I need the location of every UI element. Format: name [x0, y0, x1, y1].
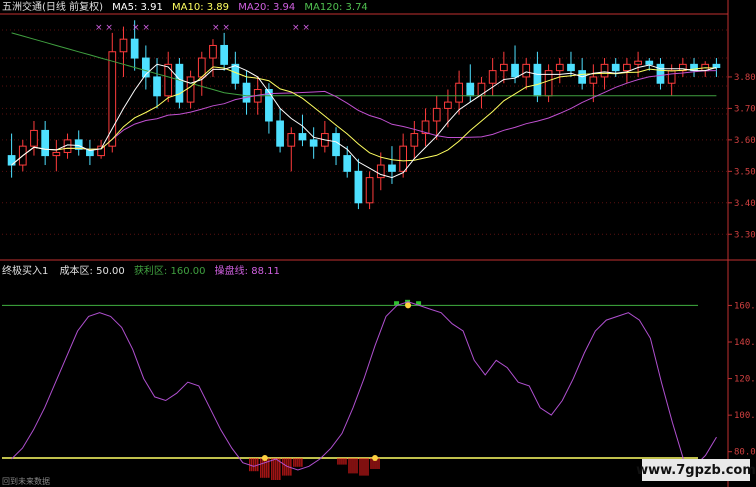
- indicator-tick-label: 140.00: [734, 338, 756, 348]
- main-header: 五洲交通(日线 前复权) MA5: 3.91 MA10: 3.89 MA20: …: [2, 2, 368, 14]
- ma10-label: MA10: 3.89: [172, 2, 230, 13]
- candle-body: [567, 63, 575, 72]
- candle-body: [656, 63, 665, 84]
- candle-body: [309, 139, 318, 147]
- indicator-tick-label: 120.00: [734, 375, 756, 385]
- candle-body: [488, 70, 497, 84]
- candle-body: [432, 107, 441, 122]
- candle-body: [623, 63, 631, 72]
- signal-dot: [405, 302, 412, 309]
- signal-marker: × ×: [95, 23, 113, 33]
- price-tick-label: 3.30: [734, 230, 756, 240]
- price-tick-label: 3.70: [734, 104, 756, 114]
- candle-body: [276, 120, 284, 147]
- indicator-name: 终极买入1: [2, 266, 49, 277]
- candle-body: [611, 63, 620, 72]
- candle-body: [499, 63, 508, 72]
- signal-marker: × ×: [212, 23, 230, 33]
- price-tick-label: 3.60: [734, 136, 756, 146]
- ma20-line: [11, 70, 717, 166]
- candle-body: [410, 133, 419, 147]
- candle-body: [220, 44, 229, 65]
- candle-body: [343, 155, 352, 172]
- ma5-line: [11, 63, 717, 179]
- signal-dot: [261, 455, 268, 461]
- candle-body: [365, 177, 374, 204]
- chart-canvas: 3.80 3.70 3.60 3.50 3.40 3.30 × × × × × × × × 160.…: [0, 0, 756, 487]
- trader-label: 操盘线: 88.11: [214, 266, 280, 277]
- candle-body: [30, 129, 38, 147]
- candle-body: [399, 145, 408, 172]
- candle-body: [667, 70, 676, 84]
- candle-body: [511, 63, 519, 78]
- signal-marker: × ×: [132, 23, 150, 33]
- profit-label: 获利区: 160.00: [133, 266, 206, 277]
- price-tick-label: 3.80: [734, 73, 756, 83]
- candle-body: [555, 63, 564, 72]
- candle-body: [130, 38, 139, 59]
- indicator-tick-label: 100.00: [734, 411, 756, 421]
- candle-body: [332, 133, 340, 157]
- candle-body: [455, 82, 463, 103]
- footer-label: 回到未来数据: [2, 477, 50, 486]
- chart-window: 3.80 3.70 3.60 3.50 3.40 3.30 × × × × × × × × 160.…: [0, 0, 756, 487]
- watermark: www.7gpzb.com: [636, 459, 756, 481]
- stock-title: 五洲交通(日线 前复权): [2, 2, 103, 13]
- candle-body: [388, 164, 396, 172]
- cost-label: 成本区: 50.00: [59, 266, 125, 277]
- candle-body: [634, 60, 642, 65]
- candle-body: [153, 76, 161, 97]
- candle-body: [645, 60, 654, 65]
- candle-body: [287, 133, 296, 147]
- ma10-line: [11, 66, 717, 166]
- candle-body: [41, 129, 50, 157]
- candle-body: [197, 57, 206, 78]
- ma120-label: MA120: 3.74: [304, 2, 368, 13]
- candle-body: [242, 82, 251, 103]
- indicator-header: 终极买入1 成本区: 50.00 获利区: 160.00 操盘线: 88.11: [2, 266, 280, 278]
- signal-dot: [372, 455, 379, 461]
- candle-body: [175, 63, 184, 103]
- candle-body: [589, 76, 598, 84]
- trader-line: [11, 301, 717, 471]
- price-tick-label: 3.50: [734, 167, 756, 177]
- candle-body: [186, 76, 195, 103]
- candle-body: [209, 44, 217, 59]
- candle-body: [533, 63, 542, 97]
- candle-body: [354, 170, 363, 204]
- ma5-label: MA5: 3.91: [112, 2, 163, 13]
- candle-body: [376, 164, 385, 179]
- candle-body: [466, 82, 475, 97]
- candle-body: [52, 151, 61, 157]
- candle-body: [522, 63, 531, 78]
- candle-body: [712, 63, 721, 68]
- ma20-label: MA20: 3.94: [238, 2, 296, 13]
- candle-body: [298, 133, 307, 141]
- indicator-tick-label: 80.00: [734, 448, 756, 458]
- signal-marker: × ×: [292, 23, 310, 33]
- candle-body: [477, 82, 486, 97]
- price-tick-label: 3.40: [734, 199, 756, 209]
- candle-body: [119, 38, 128, 53]
- candle-body: [444, 101, 452, 109]
- indicator-tick-label: 160.00: [734, 301, 756, 311]
- candle-body: [600, 63, 609, 78]
